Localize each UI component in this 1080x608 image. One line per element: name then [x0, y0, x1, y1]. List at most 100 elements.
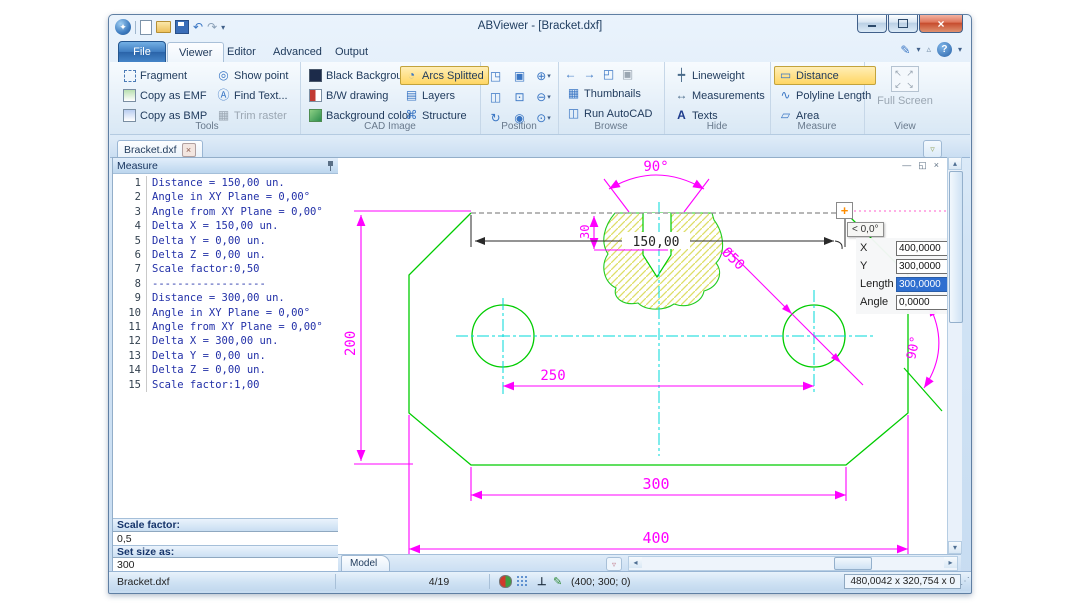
measure-line-number: 13 — [113, 349, 147, 363]
measure-line[interactable]: 2Angle in XY Plane = 0,00° — [113, 190, 339, 204]
measure-line-text: Delta Z = 0,00 un. — [147, 363, 266, 377]
tab-output[interactable]: Output — [324, 42, 379, 62]
measure-line[interactable]: 6Delta Z = 0,00 un. — [113, 248, 339, 262]
arcs-splitted-label: Arcs Splitted — [422, 70, 484, 82]
style-pencil-icon[interactable]: ✎ — [900, 43, 910, 57]
measure-line[interactable]: 15Scale factor:1,00 — [113, 378, 339, 392]
document-tab-close-icon[interactable]: × — [182, 143, 196, 157]
measure-line[interactable]: 8------------------ — [113, 277, 339, 291]
polyline-length-button[interactable]: ∿Polyline Length — [774, 86, 876, 105]
show-point-button[interactable]: ◎Show point — [212, 66, 293, 85]
angle-tooltip: < 0,0° — [847, 222, 884, 237]
panel-chevron-button[interactable]: ▿ — [923, 140, 942, 158]
measure-line[interactable]: 14Delta Z = 0,00 un. — [113, 363, 339, 377]
vertical-scrollbar[interactable]: ▴ ▾ — [947, 157, 962, 554]
measurement-popup: X Y Length Angle — [856, 238, 958, 314]
forward-icon[interactable]: → — [583, 68, 596, 81]
run-autocad-label: Run AutoCAD — [584, 108, 652, 120]
vertical-scroll-thumb[interactable] — [949, 171, 963, 323]
horizontal-scrollbar[interactable]: ◂ ▸ — [628, 556, 958, 571]
page-box-icon[interactable]: ▣ — [621, 68, 634, 81]
cad-drawing: 90° 30 150,00 200 250 Ø50 90° 300 400 — [338, 158, 947, 555]
measure-line[interactable]: 13Delta Y = 0,00 un. — [113, 349, 339, 363]
scroll-left-icon[interactable]: ◂ — [629, 557, 642, 568]
chevron-down-icon: ▿ — [930, 144, 935, 155]
measure-line-number: 7 — [113, 262, 147, 276]
measure-line[interactable]: 11Angle from XY Plane = 0,00° — [113, 320, 339, 334]
minimize-ribbon-icon[interactable]: ▵ — [926, 44, 931, 55]
status-ortho-icon[interactable] — [499, 572, 512, 591]
full-screen-button[interactable]: ↖↗↙↘ Full Screen — [873, 66, 937, 107]
arcs-splitted-button[interactable]: ◔Arcs Splitted — [400, 66, 489, 85]
zoom-in-dropdown-icon: ▾ — [547, 72, 551, 80]
document-tab-label: Bracket.dxf — [124, 144, 177, 156]
style-dropdown-icon[interactable]: ▾ — [916, 45, 920, 54]
tab-file[interactable]: File — [118, 41, 166, 63]
pin-icon[interactable] — [326, 160, 335, 171]
restore-page-icon[interactable]: ◰ — [602, 68, 615, 81]
status-grid-icon[interactable] — [517, 572, 528, 591]
status-bar: Bracket.dxf 4/19 ⊥ ✎ (400; 300; 0) 480,0… — [109, 571, 971, 591]
thumbnails-button[interactable]: ▦Thumbnails — [562, 84, 657, 103]
status-pen-icon[interactable]: ✎ — [553, 572, 562, 591]
tab-editor[interactable]: Editor — [216, 42, 267, 62]
mdi-restore-icon[interactable]: ◱ — [918, 159, 927, 171]
measure-line[interactable]: 10Angle in XY Plane = 0,00° — [113, 306, 339, 320]
title-bar[interactable]: ✦ ↶ ↷ ▾ ABViewer - [Bracket.dxf] × — [109, 15, 971, 39]
dynamic-pan-button[interactable]: ◫ — [485, 87, 506, 106]
lineweight-button[interactable]: ┿Lineweight — [670, 66, 770, 85]
scroll-up-icon[interactable]: ▴ — [948, 157, 962, 170]
pan-button[interactable]: ◳ — [485, 66, 506, 85]
splitter-button[interactable]: ▿ — [606, 557, 622, 571]
resize-grip-icon[interactable]: ⋰ — [960, 576, 970, 587]
scroll-right-icon[interactable]: ▸ — [944, 557, 957, 568]
zoom-out-button[interactable]: ⊖▾ — [533, 87, 554, 106]
measure-line-list[interactable]: 1Distance = 150,00 un.2Angle in XY Plane… — [113, 173, 339, 518]
measure-line[interactable]: 12Delta X = 300,00 un. — [113, 334, 339, 348]
mdi-close-icon[interactable]: × — [934, 159, 939, 171]
fit-to-window-button[interactable]: ⊡ — [509, 87, 530, 106]
bw-drawing-icon — [309, 89, 322, 102]
maximize-button[interactable] — [888, 15, 918, 33]
popup-x-label: X — [860, 242, 896, 254]
measure-line[interactable]: 9Distance = 300,00 un. — [113, 291, 339, 305]
measure-line[interactable]: 7Scale factor:0,50 — [113, 262, 339, 276]
find-text-button[interactable]: ⒶFind Text... — [212, 86, 293, 105]
scale-factor-input[interactable] — [113, 531, 339, 545]
measure-panel-header[interactable]: Measure — [113, 158, 339, 174]
measure-line[interactable]: 1Distance = 150,00 un. — [113, 176, 339, 190]
drawing-canvas[interactable]: 90° 30 150,00 200 250 Ø50 90° 300 400 — … — [338, 157, 947, 555]
status-perpendicular-icon[interactable]: ⊥ — [537, 572, 547, 591]
zoom-in-button[interactable]: ⊕▾ — [533, 66, 554, 85]
scroll-down-icon[interactable]: ▾ — [948, 541, 962, 554]
fragment-button[interactable]: Fragment — [118, 66, 212, 85]
measure-line[interactable]: 5Delta Y = 0,00 un. — [113, 234, 339, 248]
close-button[interactable]: × — [919, 15, 963, 33]
group-label-position: Position — [480, 121, 558, 132]
measure-cursor[interactable]: + — [836, 202, 853, 219]
measurements-button[interactable]: ↔Measurements — [670, 86, 770, 105]
help-dropdown-icon[interactable]: ▾ — [958, 45, 962, 54]
tab-model[interactable]: Model — [341, 555, 390, 571]
help-icon[interactable]: ? — [937, 42, 952, 57]
mdi-minimize-icon[interactable]: — — [902, 159, 911, 171]
back-icon[interactable]: ← — [564, 68, 577, 81]
layers-icon: ▤ — [405, 89, 418, 102]
status-coordinates: (400; 300; 0) — [571, 572, 631, 591]
set-size-input[interactable] — [113, 557, 339, 571]
document-tab-bracket[interactable]: Bracket.dxf × — [117, 140, 203, 158]
layers-button[interactable]: ▤Layers — [400, 86, 489, 105]
status-size: 480,0042 x 320,754 x 0 — [844, 574, 961, 589]
measure-line[interactable]: 3Angle from XY Plane = 0,00° — [113, 205, 339, 219]
horizontal-scroll-thumb[interactable] — [834, 557, 872, 570]
distance-button[interactable]: ▭Distance — [774, 66, 876, 85]
measure-line-number: 12 — [113, 334, 147, 348]
group-label-hide: Hide — [664, 121, 770, 132]
copy-as-emf-button[interactable]: Copy as EMF — [118, 86, 212, 105]
zoom-window-button[interactable]: ▣ — [509, 66, 530, 85]
measure-line[interactable]: 4Delta X = 150,00 un. — [113, 219, 339, 233]
structure-label: Structure — [422, 110, 467, 122]
minimize-button[interactable] — [857, 15, 887, 33]
measure-line-text: Angle from XY Plane = 0,00° — [147, 320, 323, 334]
tab-advanced[interactable]: Advanced — [262, 42, 333, 62]
